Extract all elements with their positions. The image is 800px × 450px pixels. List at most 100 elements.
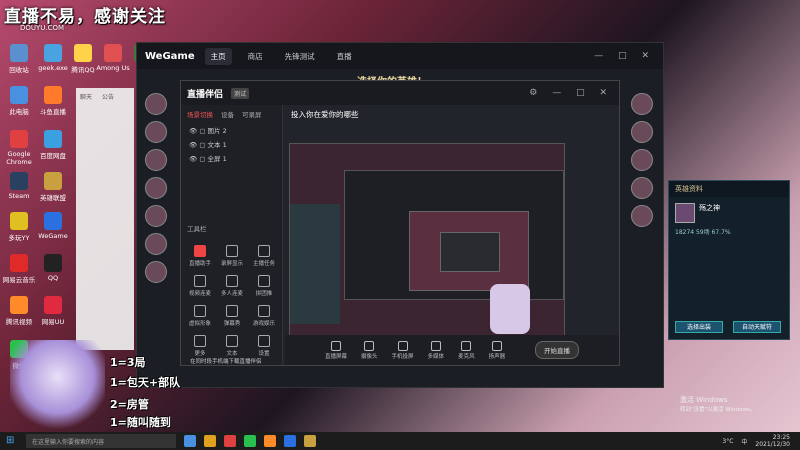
desktop-icon[interactable]: 斗鱼直播 [36, 86, 70, 116]
desktop-icon[interactable]: 回收站 [2, 44, 36, 74]
tool-label: 视频连麦 [188, 291, 211, 297]
tool-button[interactable]: 游戏娱乐 [249, 305, 279, 327]
desktop-icon-label: 腾讯视频 [6, 318, 32, 326]
tool-button[interactable]: 多人连麦 [217, 275, 247, 297]
tab-devices[interactable]: 设备 [221, 109, 234, 119]
windows-start-icon[interactable]: ⊞ [6, 435, 14, 446]
tool-button[interactable]: 直播助手 [185, 245, 215, 267]
chat-tab[interactable]: 公告 [102, 92, 114, 101]
hero-stats: 18274 59场 67.7% [675, 229, 731, 236]
desktop-icon[interactable]: 此电脑 [2, 86, 36, 116]
zhibo-window: 直播伴侣 测试 ⚙ — □ ✕ 场景切换 设备 可录屏 👁 ▢ 图片 2 👁 ▢… [180, 80, 620, 366]
tool-button[interactable]: 文本 [217, 335, 247, 357]
choose-build-button[interactable]: 选择出装 [675, 321, 723, 333]
tool-button[interactable]: 虚拟形象 [185, 305, 215, 327]
tool-button[interactable]: 设置 [249, 335, 279, 357]
scene-item[interactable]: 👁 ▢ 全屏 1 [181, 151, 282, 165]
hero-panel-title: 英雄资料 [669, 181, 789, 197]
hero-name: 殇之神 [699, 204, 720, 212]
edge-icon[interactable] [184, 435, 196, 447]
overlay-label: 1=随叫随到 [110, 416, 171, 429]
desktop-icon[interactable]: 网易UU [36, 296, 70, 326]
desktop-icon-label: 网易云音乐 [2, 276, 36, 284]
phone-cast-button[interactable]: 手机投屏 [392, 340, 414, 360]
zhibo-logo: 直播伴侣 [187, 89, 224, 100]
tool-button[interactable]: 弹幕秀 [217, 305, 247, 327]
tool-button[interactable]: 更多 [185, 335, 215, 357]
desktop-icon[interactable]: Google Chrome [2, 130, 36, 166]
wegame-tab-live[interactable]: 直播 [331, 48, 358, 65]
taskbar-search[interactable]: 在这里输入你要搜索的内容 [26, 434, 176, 448]
screen-source-button[interactable]: 直播屏幕 [325, 340, 347, 360]
camera-button[interactable]: 摄像头 [361, 340, 378, 360]
desktop-icon[interactable]: 百度网盘 [36, 130, 70, 160]
desktop-icon[interactable]: 腾讯视频 [2, 296, 36, 326]
desktop-icon-label: Google Chrome [6, 150, 32, 166]
auto-runes-button[interactable]: 自动天赋符 [733, 321, 781, 333]
clock[interactable]: 23:25 2021/12/30 [755, 434, 790, 448]
app-icon [44, 172, 62, 190]
zhibo-sidebar: 场景切换 设备 可录屏 👁 ▢ 图片 2 👁 ▢ 文本 1 👁 ▢ 全屏 1 工… [181, 105, 283, 365]
source-bar: 直播屏幕 摄像头 手机投屏 多媒体 麦克风 扬声器 开始直播 [285, 335, 619, 365]
desktop-icon[interactable]: QQ [36, 254, 70, 282]
overlay-label: 2=房管 [110, 398, 149, 411]
anime-avatar [10, 340, 105, 432]
desktop-icon[interactable]: Steam [2, 172, 36, 200]
wegame-tab-home[interactable]: 主页 [204, 47, 232, 65]
app-icon [44, 254, 62, 272]
app-icon [44, 212, 62, 230]
live-preview [289, 143, 565, 339]
wechat-icon[interactable] [244, 435, 256, 447]
ime-indicator[interactable]: 中 [741, 437, 747, 446]
desktop-icon[interactable]: WeGame [36, 212, 70, 240]
tool-button[interactable]: 主播任务 [249, 245, 279, 267]
tool-button[interactable]: 录屏显示 [217, 245, 247, 267]
tool-grid: 直播助手 录屏显示 主播任务视频连麦 多人连麦 拼团推虚拟形象 弹幕秀 游戏娱乐更多 文本 设置 [185, 245, 279, 357]
scene-item[interactable]: 👁 ▢ 图片 2 [181, 123, 282, 137]
stream-title-input[interactable]: 投入你在爱你的哪些 [291, 109, 359, 120]
system-tray: 3°C 中 23:25 2021/12/30 [722, 434, 800, 448]
mic-button[interactable]: 麦克风 [458, 340, 475, 360]
tool-icon [226, 245, 238, 257]
app-icon [10, 212, 28, 230]
overlay-label: 1=3局 [110, 356, 146, 369]
tab-scenes[interactable]: 场景切换 [187, 109, 213, 119]
preview-sidebar [290, 204, 340, 324]
media-button[interactable]: 多媒体 [428, 340, 444, 360]
desktop-icon[interactable]: Among Us [96, 44, 130, 72]
desktop-icon[interactable]: geek.exe [36, 44, 70, 72]
chat-tab[interactable]: 聊天 [80, 92, 92, 101]
desktop-icon[interactable]: 腾讯QQ [66, 44, 100, 74]
wegame-tab-beta[interactable]: 先锋测试 [279, 48, 321, 65]
tool-label: 更多 [194, 351, 206, 357]
lol-icon[interactable] [304, 435, 316, 447]
chrome-icon[interactable] [224, 435, 236, 447]
wegame-icon[interactable] [284, 435, 296, 447]
tool-label: 游戏娱乐 [252, 321, 275, 327]
zhibo-badge: 测试 [231, 87, 250, 99]
folder-icon[interactable] [204, 435, 216, 447]
wegame-topbar: WeGame 主页 商店 先锋测试 直播 — □ ✕ [137, 43, 663, 69]
wegame-tab-store[interactable]: 商店 [242, 48, 269, 65]
tool-button[interactable]: 拼团推 [249, 275, 279, 297]
tool-icon [226, 305, 238, 317]
desktop-icon[interactable]: 多玩YY [2, 212, 36, 242]
desktop-icon-label: 斗鱼直播 [40, 108, 66, 116]
tool-label: 录屏显示 [220, 261, 243, 267]
window-controls-icon[interactable]: — □ ✕ [594, 51, 655, 61]
tab-record[interactable]: 可录屏 [242, 109, 262, 119]
desktop-icon-label: 腾讯QQ [71, 66, 95, 74]
tool-icon [258, 245, 270, 257]
speaker-button[interactable]: 扬声器 [489, 340, 505, 360]
douyu-icon[interactable] [264, 435, 276, 447]
start-live-button[interactable]: 开始直播 [535, 341, 579, 359]
desktop-icon-label: 百度网盘 [40, 152, 66, 160]
desktop-icon[interactable]: 英雄联盟 [36, 172, 70, 202]
tool-button[interactable]: 视频连麦 [185, 275, 215, 297]
scene-item[interactable]: 👁 ▢ 文本 1 [181, 137, 282, 151]
window-controls-icon[interactable]: ⚙ — □ ✕ [529, 88, 613, 98]
app-icon [44, 130, 62, 148]
desktop-icon[interactable]: 网易云音乐 [2, 254, 36, 284]
desktop-icon-label: 此电脑 [9, 108, 29, 116]
overlay-label: 1=包天+部队 [110, 376, 181, 389]
